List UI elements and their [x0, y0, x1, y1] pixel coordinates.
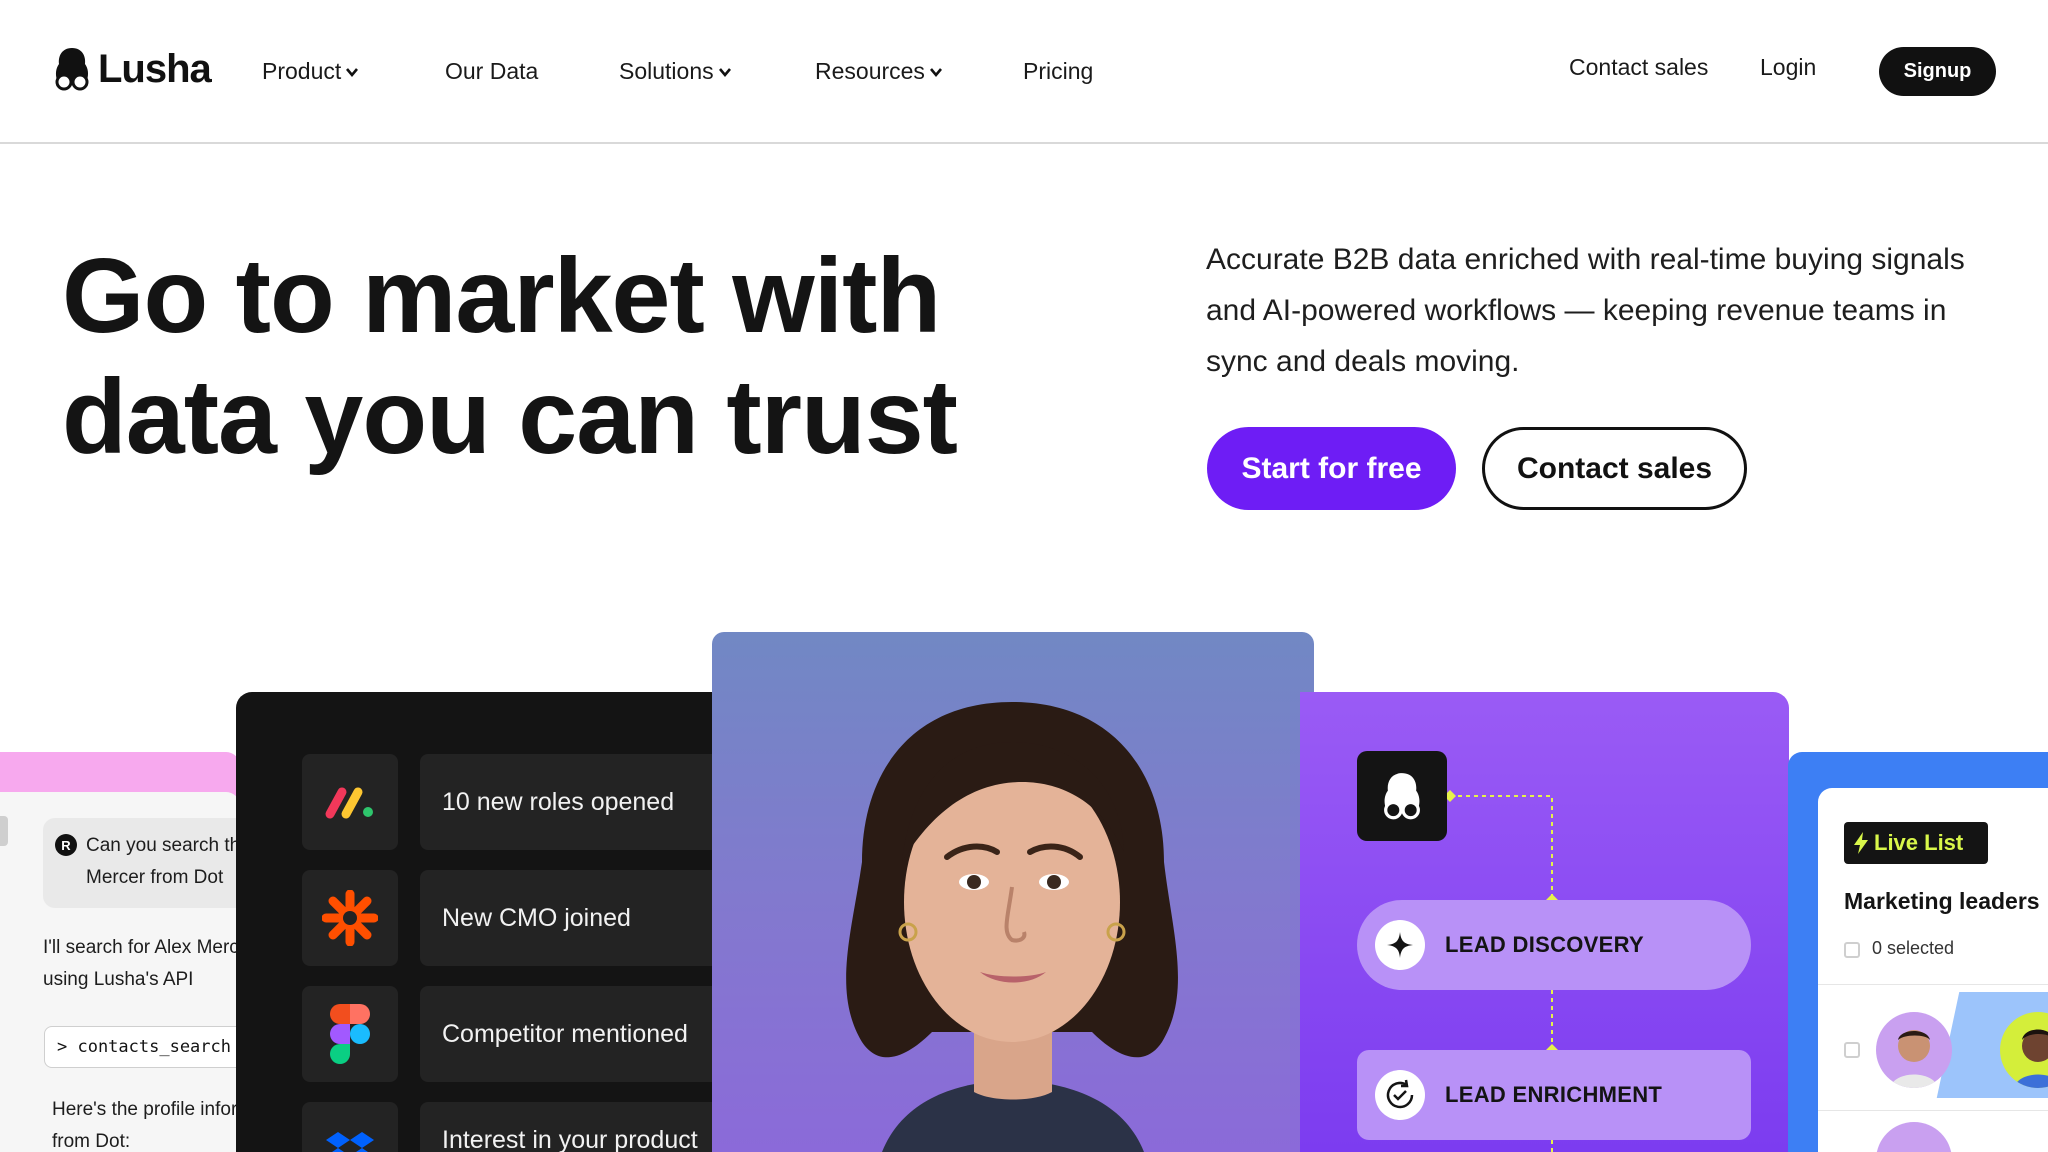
hero-title: Go to market with data you can trust: [62, 236, 962, 478]
live-list-card: Live List Marketing leaders 0 selected: [1788, 752, 2048, 1152]
ai-workflow-card: LEAD DISCOVERY LEAD ENRICHMENT: [1300, 692, 1789, 1152]
user-message-line-1: Can you search th: [86, 835, 240, 856]
assistant-result-line-1: Here's the profile infor: [52, 1099, 238, 1120]
contacts-search-tool-call[interactable]: > contacts_search ✓: [44, 1026, 240, 1068]
dropbox-logo-icon: [326, 1132, 374, 1152]
lusha-logo[interactable]: Lusha: [52, 46, 212, 92]
hero-subtitle: Accurate B2B data enriched with real-tim…: [1206, 243, 1965, 378]
signal-item: 10 new roles opened: [420, 754, 756, 850]
woman-portrait-image: [846, 702, 1178, 1152]
hero-title-line-1: Go to market with: [62, 237, 941, 355]
start-for-free-button[interactable]: Start for free: [1207, 427, 1456, 510]
chevron-down-icon: [718, 67, 731, 77]
ai-chat-panel: R Can you search th Mercer from Dot I'll…: [0, 792, 240, 1152]
assistant-result-line-2: from Dot:: [52, 1131, 131, 1152]
live-list-badge: Live List: [1844, 822, 1988, 864]
signal-item: Interest in your product: [420, 1102, 756, 1152]
contact-avatar[interactable]: [1876, 1122, 1952, 1152]
selected-count: 0 selected: [1872, 938, 1955, 958]
live-list-badge-label: Live List: [1874, 830, 1964, 855]
sparkle-icon: [1375, 920, 1425, 970]
portrait-photo: [712, 632, 1314, 1152]
zapier-asterisk-icon: [322, 890, 378, 946]
hero-title-line-2: data you can trust: [62, 358, 958, 476]
lusha-agent-tile: [1357, 751, 1447, 841]
row-divider: [1818, 1110, 2048, 1111]
lead-enrichment-label: LEAD ENRICHMENT: [1445, 1082, 1663, 1107]
row-divider: [1818, 984, 2048, 985]
live-list-panel: Live List Marketing leaders 0 selected: [1818, 788, 2048, 1152]
lusha-glasses-logo-icon: [1384, 773, 1420, 820]
nav-pricing-label: Pricing: [1023, 58, 1094, 84]
contact-avatar[interactable]: [1876, 1012, 1952, 1088]
assistant-reply-line-1: I'll search for Alex Merce: [43, 937, 240, 958]
nav-our-data[interactable]: Our Data: [445, 58, 538, 85]
hero-contact-sales-button[interactable]: Contact sales: [1482, 427, 1747, 510]
chevron-down-icon: [346, 67, 359, 77]
lead-discovery-label: LEAD DISCOVERY: [1445, 932, 1644, 957]
top-navigation: Lusha Product Our Data Solutions Resourc…: [0, 0, 2048, 144]
signup-button[interactable]: Signup: [1879, 47, 1996, 96]
list-title: Marketing leaders: [1844, 888, 2040, 914]
signal-item: Competitor mentioned: [420, 986, 756, 1082]
nav-resources-label: Resources: [815, 58, 925, 84]
select-all-checkbox[interactable]: [1844, 942, 1860, 958]
signal-item: New CMO joined: [420, 870, 756, 966]
lead-enrichment-step[interactable]: LEAD ENRICHMENT: [1357, 1050, 1751, 1140]
user-message-line-2: Mercer from Dot: [86, 867, 224, 888]
nav-contact-sales-link[interactable]: Contact sales: [1569, 54, 1708, 81]
nav-product-label: Product: [262, 58, 342, 84]
row-checkbox[interactable]: [1844, 1042, 1860, 1058]
refresh-check-icon: [1375, 1070, 1425, 1120]
signal-icon-tile: [302, 1102, 398, 1152]
lightning-bolt-icon: [1854, 832, 1868, 854]
chat-scroll-handle[interactable]: [0, 816, 8, 846]
chevron-down-icon: [929, 67, 942, 77]
nav-resources[interactable]: Resources: [815, 58, 943, 85]
nav-solutions[interactable]: Solutions: [619, 58, 732, 85]
lusha-glasses-logo-icon: [55, 48, 89, 91]
brand-name: Lusha: [98, 46, 212, 91]
assistant-reply-line-2: using Lusha's API: [43, 969, 194, 990]
lead-discovery-step[interactable]: LEAD DISCOVERY: [1357, 900, 1751, 990]
nav-solutions-label: Solutions: [619, 58, 714, 84]
monday-logo-icon: [325, 787, 373, 819]
buying-signals-card: 10 new roles opened New CMO joined Compe…: [236, 692, 756, 1152]
signal-icon-tile: [302, 986, 398, 1082]
figma-logo-icon: [330, 1004, 370, 1064]
nav-our-data-label: Our Data: [445, 58, 539, 84]
nav-product[interactable]: Product: [262, 58, 359, 85]
user-avatar: R: [55, 834, 77, 856]
nav-pricing[interactable]: Pricing: [1023, 58, 1093, 85]
nav-login-link[interactable]: Login: [1760, 54, 1816, 81]
signal-icon-tile: [302, 870, 398, 966]
signal-icon-tile: [302, 754, 398, 850]
